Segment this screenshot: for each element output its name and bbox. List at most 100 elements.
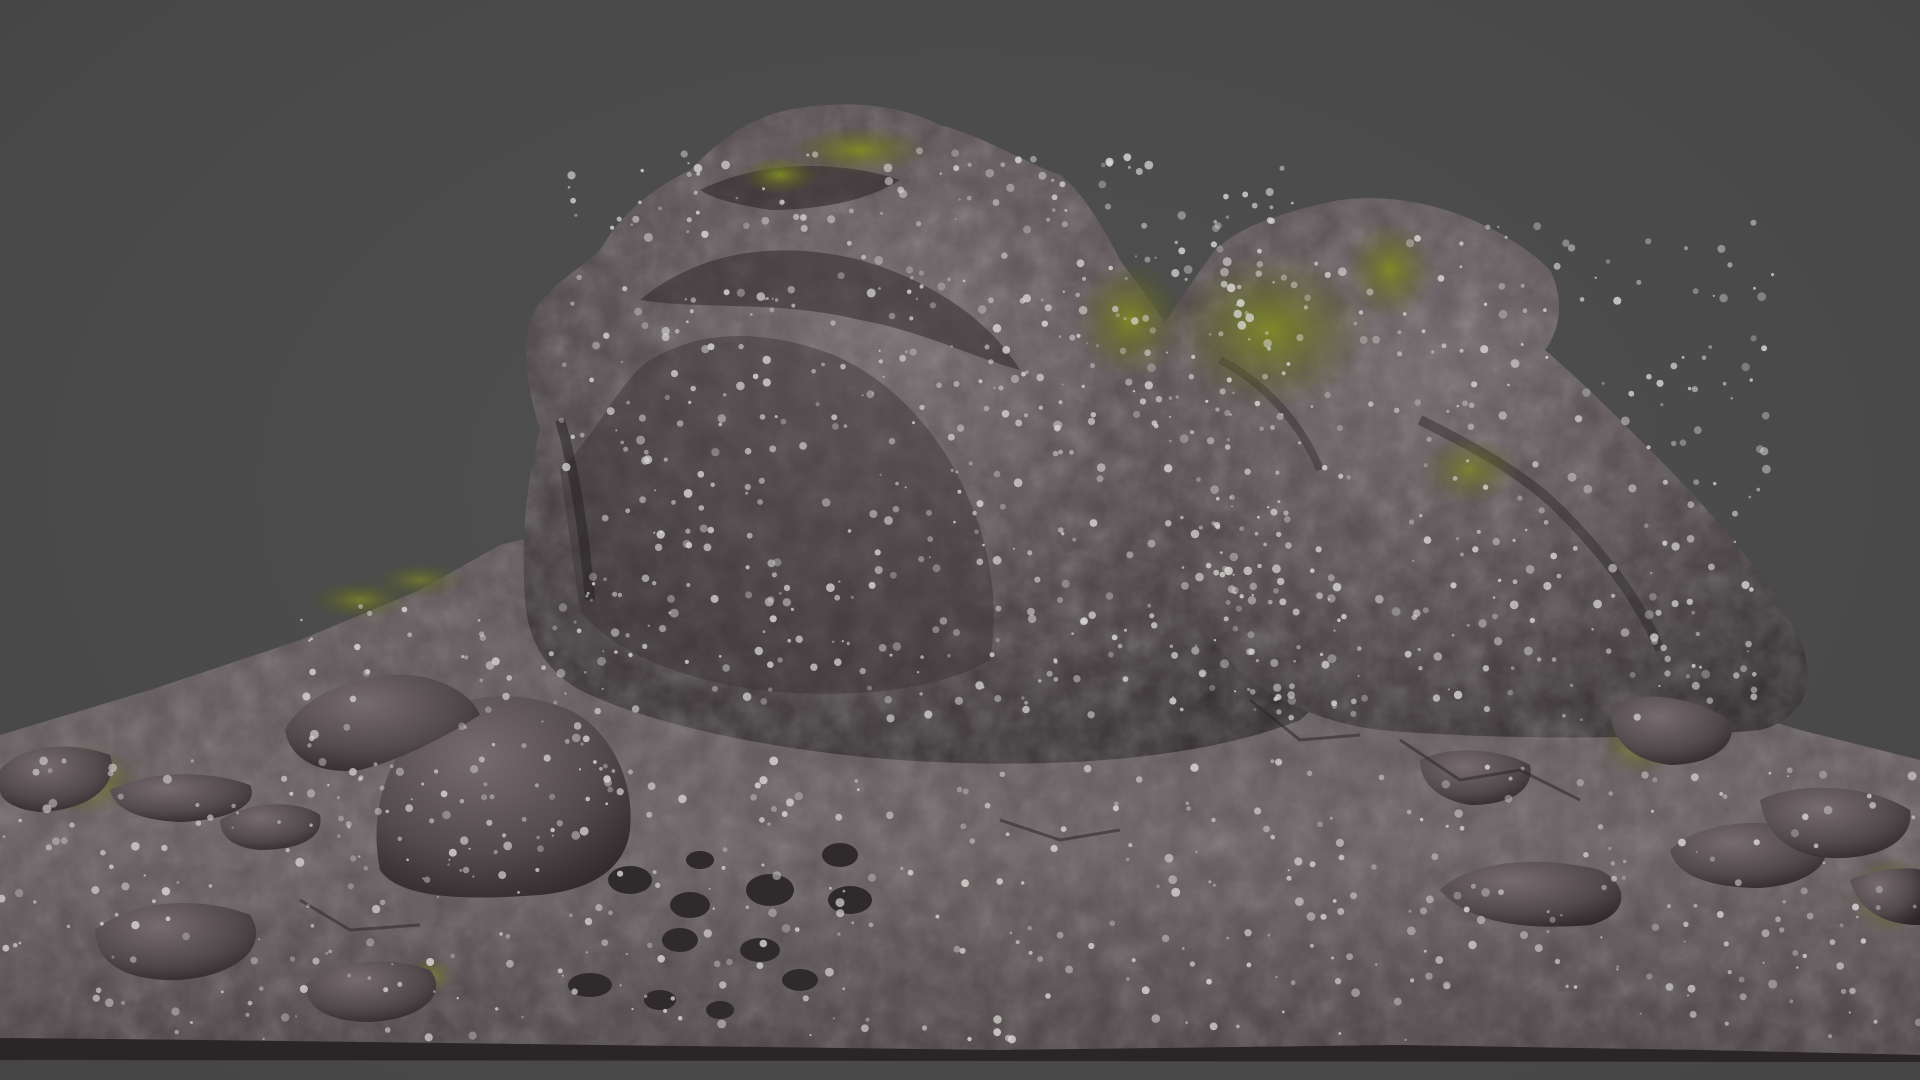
lichen-speck bbox=[1275, 976, 1278, 979]
lichen-speck bbox=[1290, 281, 1298, 289]
lichen-speck bbox=[1782, 899, 1787, 904]
lichen-speck bbox=[1687, 994, 1689, 997]
lichen-speck bbox=[468, 847, 471, 850]
lichen-speck bbox=[835, 813, 843, 821]
lichen-speck bbox=[1757, 292, 1767, 301]
lichen-speck bbox=[717, 1019, 727, 1029]
lichen-speck bbox=[1329, 816, 1333, 820]
lichen-speck bbox=[1419, 817, 1424, 822]
lichen-speck bbox=[1198, 669, 1207, 678]
lichen-speck bbox=[358, 855, 361, 858]
lichen-speck bbox=[909, 348, 917, 356]
lichen-speck bbox=[39, 756, 48, 766]
lichen-speck bbox=[328, 949, 333, 954]
lichen-speck bbox=[1408, 909, 1412, 913]
lichen-speck bbox=[1294, 857, 1303, 866]
lichen-speck bbox=[60, 837, 68, 845]
lichen-speck bbox=[859, 667, 866, 675]
lichen-speck bbox=[1717, 244, 1726, 253]
lichen-speck bbox=[247, 1000, 253, 1006]
lichen-speck bbox=[174, 1029, 179, 1035]
lichen-speck bbox=[1482, 484, 1489, 490]
lichen-speck bbox=[1681, 356, 1685, 359]
lichen-speck bbox=[1266, 217, 1274, 224]
lichen-speck bbox=[561, 974, 565, 977]
lichen-speck bbox=[491, 742, 496, 747]
lichen-speck bbox=[1149, 613, 1155, 619]
lichen-speck bbox=[1353, 321, 1358, 326]
lichen-speck bbox=[918, 270, 925, 276]
lichen-speck bbox=[890, 571, 897, 579]
lichen-speck bbox=[1177, 211, 1186, 220]
lichen-speck bbox=[1666, 904, 1671, 909]
lichen-speck bbox=[884, 695, 892, 704]
lichen-speck bbox=[1616, 968, 1619, 971]
lichen-speck bbox=[1230, 505, 1234, 508]
lichen-speck bbox=[610, 628, 620, 637]
lichen-speck bbox=[1418, 666, 1423, 671]
lichen-speck bbox=[1182, 947, 1185, 950]
lichen-speck bbox=[1562, 713, 1566, 718]
lichen-speck bbox=[1498, 283, 1506, 290]
lichen-speck bbox=[363, 866, 369, 871]
lichen-speck bbox=[521, 743, 527, 749]
lichen-speck bbox=[1375, 594, 1384, 604]
lichen-speck bbox=[1802, 813, 1809, 821]
lichen-speck bbox=[759, 939, 768, 948]
lichen-speck bbox=[909, 316, 914, 321]
lichen-speck bbox=[289, 791, 294, 796]
lichen-speck bbox=[846, 641, 850, 646]
lichen-speck bbox=[1608, 846, 1612, 851]
lichen-speck bbox=[972, 510, 977, 516]
lichen-speck bbox=[652, 581, 657, 586]
lichen-speck bbox=[774, 298, 779, 302]
lichen-speck bbox=[506, 675, 512, 681]
lichen-speck bbox=[1213, 521, 1221, 529]
lichen-speck bbox=[1333, 629, 1336, 632]
lichen-speck bbox=[1414, 235, 1421, 242]
lichen-speck bbox=[735, 196, 739, 200]
lichen-speck bbox=[1147, 539, 1156, 548]
lichen-speck bbox=[1683, 940, 1686, 943]
lichen-speck bbox=[806, 153, 810, 157]
lichen-speck bbox=[1727, 262, 1733, 268]
lichen-speck bbox=[1225, 600, 1231, 605]
lichen-speck bbox=[61, 758, 67, 764]
lichen-speck bbox=[1090, 412, 1097, 418]
lichen-speck bbox=[1337, 267, 1347, 277]
lichen-speck bbox=[1254, 807, 1262, 815]
lichen-speck bbox=[1164, 853, 1174, 863]
lichen-speck bbox=[1168, 875, 1178, 885]
lichen-speck bbox=[1579, 297, 1585, 302]
lichen-speck bbox=[989, 652, 995, 658]
lichen-speck bbox=[479, 634, 487, 641]
lichen-speck bbox=[626, 400, 631, 405]
lichen-speck bbox=[1112, 805, 1119, 812]
lichen-speck bbox=[669, 608, 679, 618]
lichen-speck bbox=[537, 845, 544, 853]
lichen-speck bbox=[690, 385, 696, 392]
lichen-speck bbox=[309, 823, 313, 827]
lichen-speck bbox=[1605, 259, 1611, 264]
lichen-speck bbox=[1423, 536, 1432, 544]
lichen-speck bbox=[1498, 411, 1507, 420]
lichen-speck bbox=[778, 199, 785, 206]
lichen-speck bbox=[92, 994, 100, 1002]
lichen-speck bbox=[553, 700, 558, 705]
lichen-speck bbox=[506, 959, 514, 968]
lichen-speck bbox=[1678, 838, 1686, 847]
lichen-speck bbox=[289, 956, 296, 962]
lichen-speck bbox=[1062, 290, 1066, 293]
lichen-speck bbox=[678, 794, 687, 804]
lichen-speck bbox=[161, 844, 168, 852]
lichen-speck bbox=[312, 957, 320, 965]
lichen-speck bbox=[1078, 305, 1088, 315]
lichen-speck bbox=[1259, 426, 1264, 432]
lichen-speck bbox=[874, 549, 881, 556]
lichen-speck bbox=[310, 637, 313, 641]
lichen-speck bbox=[606, 407, 615, 416]
lichen-speck bbox=[625, 952, 628, 956]
lichen-speck bbox=[1748, 495, 1752, 499]
lichen-speck bbox=[1190, 430, 1195, 435]
lichen-speck bbox=[1213, 884, 1216, 887]
